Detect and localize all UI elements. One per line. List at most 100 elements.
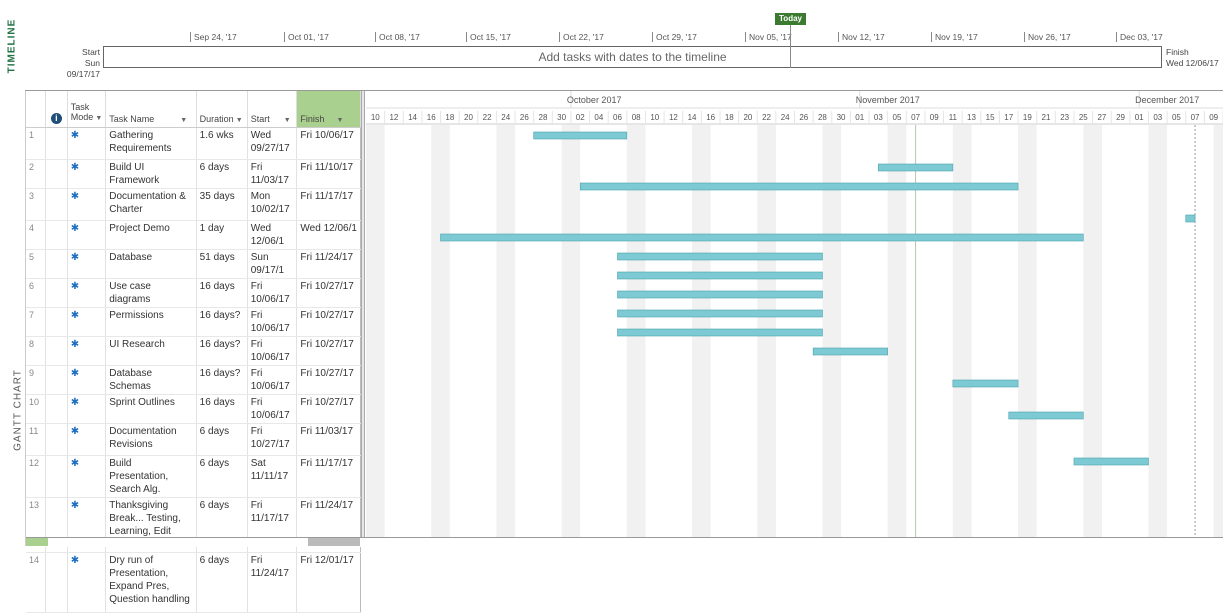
row-id[interactable]: 12 — [26, 455, 46, 498]
task-bar[interactable] — [812, 347, 888, 356]
row-id[interactable]: 9 — [26, 365, 46, 395]
task-finish[interactable]: Fri 10/27/17 — [296, 278, 361, 308]
task-duration[interactable]: 16 days — [196, 278, 248, 308]
task-mode[interactable]: ✱ — [67, 159, 107, 189]
task-finish[interactable]: Fri 12/01/17 — [296, 552, 361, 613]
row-id[interactable]: 7 — [26, 307, 46, 337]
task-finish[interactable]: Fri 11/10/17 — [296, 159, 361, 189]
table-row[interactable]: 2 ✱ Build UI Framework 6 days Fri 11/03/17 Fr… — [26, 159, 361, 189]
task-name[interactable]: Project Demo — [105, 220, 197, 250]
task-duration[interactable]: 51 days — [196, 249, 248, 279]
task-start[interactable]: Fri 10/06/17 — [247, 336, 298, 366]
row-id[interactable]: 10 — [26, 394, 46, 424]
task-start[interactable]: Fri 10/06/17 — [247, 278, 298, 308]
row-id[interactable]: 4 — [26, 220, 46, 250]
table-row[interactable]: 6 ✱ Use case diagrams 16 days Fri 10/06/17 Fr… — [26, 278, 361, 308]
task-mode[interactable]: ✱ — [67, 336, 107, 366]
task-name[interactable]: UI Research — [105, 336, 197, 366]
header-task-name[interactable]: Task Name ▼ — [105, 91, 197, 128]
task-duration[interactable]: 6 days — [196, 159, 248, 189]
task-start[interactable]: Wed 12/06/1 — [247, 220, 298, 250]
task-name[interactable]: Database — [105, 249, 197, 279]
table-row[interactable]: 14 ✱ Dry run of Presentation, Expand Pres,… — [26, 552, 361, 613]
table-row[interactable]: 4 ✱ Project Demo 1 day Wed 12/06/1 Wed 12/06/… — [26, 220, 361, 250]
task-name[interactable]: Database Schemas — [105, 365, 197, 395]
task-mode[interactable]: ✱ — [67, 552, 107, 613]
row-id[interactable]: 2 — [26, 159, 46, 189]
task-bar[interactable] — [1073, 457, 1149, 466]
header-start[interactable]: Start ▼ — [247, 91, 298, 128]
header-indicators[interactable]: i — [45, 91, 68, 128]
table-row[interactable]: 5 ✱ Database 51 days Sun 09/17/1 Fri 11/24/17 — [26, 249, 361, 279]
task-start[interactable]: Sat 11/11/17 — [247, 455, 298, 498]
task-start[interactable]: Fri 10/06/17 — [247, 394, 298, 424]
task-name[interactable]: Build Presentation, Search Alg. — [105, 455, 197, 498]
header-finish[interactable]: Finish ▼ — [296, 91, 361, 128]
task-finish[interactable]: Fri 10/06/17 — [296, 127, 361, 160]
task-duration[interactable]: 16 days? — [196, 365, 248, 395]
row-id[interactable]: 5 — [26, 249, 46, 279]
task-name[interactable]: Dry run of Presentation, Expand Pres, Qu… — [105, 552, 197, 613]
task-start[interactable]: Wed 09/27/17 — [247, 127, 298, 160]
task-finish[interactable]: Fri 11/24/17 — [296, 249, 361, 279]
header-task-mode[interactable]: Task Mode ▼ — [67, 91, 107, 128]
task-bar[interactable] — [579, 182, 1019, 191]
row-id[interactable]: 8 — [26, 336, 46, 366]
task-bar[interactable] — [952, 379, 1019, 388]
task-start[interactable]: Fri 10/06/17 — [247, 365, 298, 395]
table-row[interactable]: 7 ✱ Permissions 16 days? Fri 10/06/17 Fri 10/… — [26, 307, 361, 337]
task-mode[interactable]: ✱ — [67, 365, 107, 395]
task-bar[interactable] — [617, 328, 823, 337]
task-duration[interactable]: 6 days — [196, 423, 248, 456]
table-row[interactable]: 12 ✱ Build Presentation, Search Alg. 6 days… — [26, 455, 361, 498]
chevron-down-icon[interactable]: ▼ — [180, 117, 187, 124]
task-finish[interactable]: Fri 10/27/17 — [296, 394, 361, 424]
view-splitter[interactable] — [361, 91, 365, 546]
task-start[interactable]: Fri 10/06/17 — [247, 307, 298, 337]
table-row[interactable]: 11 ✱ Documentation Revisions 6 days Fri 10/2… — [26, 423, 361, 456]
task-mode[interactable]: ✱ — [67, 394, 107, 424]
task-finish[interactable]: Fri 10/27/17 — [296, 336, 361, 366]
task-mode[interactable]: ✱ — [67, 307, 107, 337]
task-finish[interactable]: Wed 12/06/1 — [296, 220, 361, 250]
task-name[interactable]: Documentation Revisions — [105, 423, 197, 456]
table-row[interactable]: 8 ✱ UI Research 16 days? Fri 10/06/17 Fri 10/… — [26, 336, 361, 366]
header-row-id[interactable] — [26, 91, 46, 128]
task-duration[interactable]: 16 days — [196, 394, 248, 424]
task-start[interactable]: Fri 11/24/17 — [247, 552, 298, 613]
task-mode[interactable]: ✱ — [67, 188, 107, 221]
task-bar[interactable] — [617, 290, 823, 299]
task-duration[interactable]: 35 days — [196, 188, 248, 221]
chevron-down-icon[interactable]: ▼ — [336, 117, 343, 124]
chevron-down-icon[interactable]: ▼ — [95, 115, 102, 122]
task-bar[interactable] — [440, 233, 1084, 242]
task-mode[interactable]: ✱ — [67, 278, 107, 308]
task-mode[interactable]: ✱ — [67, 423, 107, 456]
task-bar[interactable] — [1185, 214, 1196, 223]
task-bar[interactable] — [617, 309, 823, 318]
timeline-placeholder[interactable]: Add tasks with dates to the timeline — [103, 46, 1162, 68]
task-mode[interactable]: ✱ — [67, 249, 107, 279]
task-duration[interactable]: 1 day — [196, 220, 248, 250]
select-all-corner[interactable] — [26, 538, 48, 546]
table-row[interactable]: 10 ✱ Sprint Outlines 16 days Fri 10/06/17 Fri… — [26, 394, 361, 424]
task-mode[interactable]: ✱ — [67, 127, 107, 160]
task-duration[interactable]: 6 days — [196, 455, 248, 498]
row-id[interactable]: 1 — [26, 127, 46, 160]
chevron-down-icon[interactable]: ▼ — [284, 117, 291, 124]
task-name[interactable]: Permissions — [105, 307, 197, 337]
table-row[interactable]: 3 ✱ Documentation & Charter 35 days Mon 10/0… — [26, 188, 361, 221]
task-finish[interactable]: Fri 11/03/17 — [296, 423, 361, 456]
task-start[interactable]: Mon 10/02/17 — [247, 188, 298, 221]
task-name[interactable]: Use case diagrams — [105, 278, 197, 308]
row-id[interactable]: 6 — [26, 278, 46, 308]
task-finish[interactable]: Fri 10/27/17 — [296, 307, 361, 337]
task-start[interactable]: Fri 11/03/17 — [247, 159, 298, 189]
task-bar[interactable] — [533, 131, 628, 140]
row-id[interactable]: 3 — [26, 188, 46, 221]
task-mode[interactable]: ✱ — [67, 220, 107, 250]
row-id[interactable]: 14 — [26, 552, 46, 613]
task-name[interactable]: Build UI Framework — [105, 159, 197, 189]
task-finish[interactable]: Fri 11/17/17 — [296, 188, 361, 221]
chevron-down-icon[interactable]: ▼ — [236, 117, 243, 124]
